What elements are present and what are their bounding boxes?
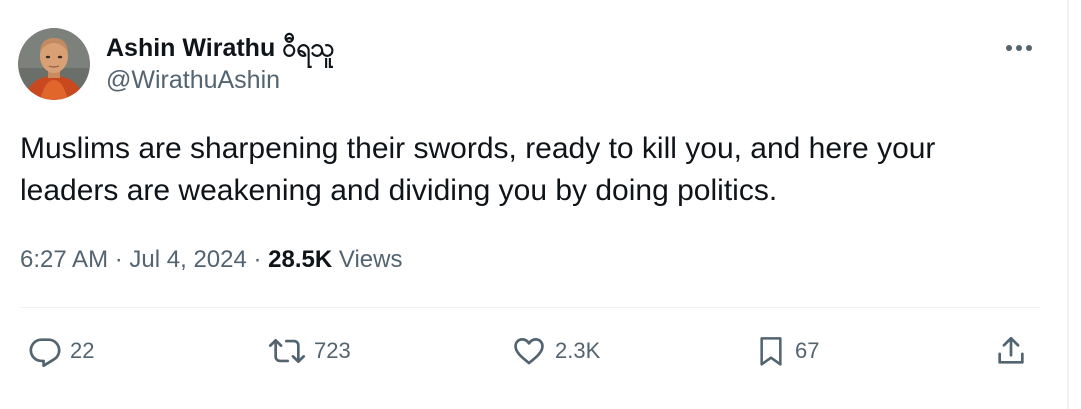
more-button[interactable] (1001, 34, 1037, 62)
share-icon (994, 334, 1028, 368)
reply-icon (28, 334, 62, 368)
meta-separator: · (114, 246, 123, 273)
avatar[interactable] (18, 28, 90, 100)
tweet-date[interactable]: Jul 4, 2024 (129, 246, 246, 273)
tweet-meta: 6:27 AM · Jul 4, 2024 · 28.5K Views (20, 242, 402, 278)
views-label: Views (338, 246, 403, 273)
tweet-time[interactable]: 6:27 AM (20, 246, 108, 273)
author-names: Ashin Wirathu ဝီရသူ @WirathuAshin (106, 32, 335, 96)
tweet-card: Ashin Wirathu ဝီရသူ @WirathuAshin Muslim… (0, 0, 1081, 409)
share-button[interactable] (994, 330, 1028, 372)
action-bar: 22 723 2.3K 67 (0, 330, 1081, 372)
bookmark-icon (755, 333, 787, 369)
author-display-name[interactable]: Ashin Wirathu ဝီရသူ (106, 32, 335, 64)
divider (20, 307, 1040, 308)
repost-count: 723 (314, 338, 351, 363)
reply-button[interactable]: 22 (28, 330, 94, 372)
repost-button[interactable]: 723 (268, 330, 351, 372)
like-count: 2.3K (555, 338, 601, 363)
reply-count: 22 (70, 338, 95, 363)
author-handle[interactable]: @WirathuAshin (106, 64, 335, 96)
heart-icon (511, 334, 547, 368)
bookmark-button[interactable]: 67 (755, 330, 819, 372)
views-count: 28.5K (268, 246, 333, 273)
tweet-header: Ashin Wirathu ဝီရသူ @WirathuAshin (18, 28, 335, 100)
more-dots-icon (1006, 45, 1032, 51)
tweet-text: Muslims are sharpening their swords, rea… (20, 132, 936, 207)
meta-separator: · (253, 246, 262, 273)
avatar-photo-icon (18, 28, 90, 100)
repost-icon (268, 334, 306, 368)
bookmark-count: 67 (795, 338, 820, 363)
like-button[interactable]: 2.3K (511, 330, 600, 372)
